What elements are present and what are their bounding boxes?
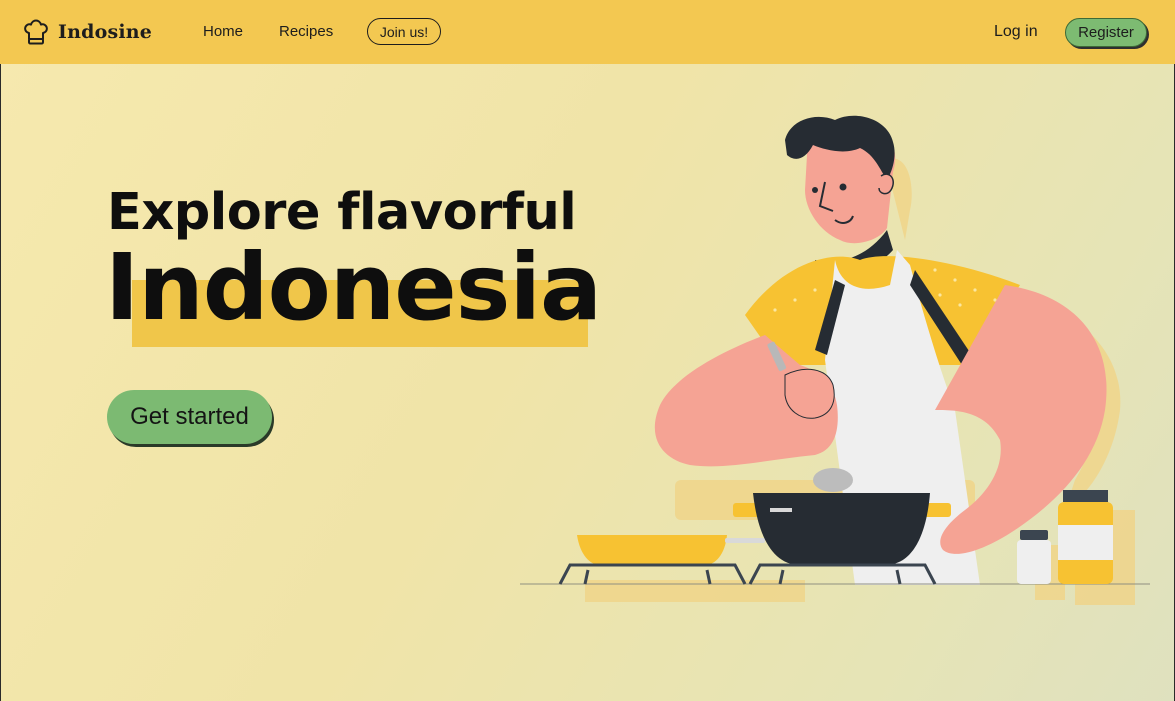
join-us-button[interactable]: Join us!: [367, 18, 441, 45]
get-started-button[interactable]: Get started: [107, 390, 272, 444]
salt-shaker: [1017, 530, 1051, 584]
top-navbar: Indosine Home Recipes Join us! Log in Re…: [0, 0, 1175, 64]
nav-recipes-link[interactable]: Recipes: [279, 23, 333, 40]
login-link[interactable]: Log in: [994, 23, 1038, 41]
chef-cooking-illustration: [520, 115, 1150, 605]
frying-pan: [577, 535, 765, 565]
chef-hat-icon: [24, 19, 48, 45]
register-button[interactable]: Register: [1065, 18, 1147, 47]
brand-logo[interactable]: Indosine: [22, 17, 152, 47]
chef-head: [785, 115, 896, 277]
nav-home-link[interactable]: Home: [203, 23, 243, 40]
brand-name: Indosine: [58, 21, 153, 43]
spice-jar-large: [1058, 490, 1113, 584]
